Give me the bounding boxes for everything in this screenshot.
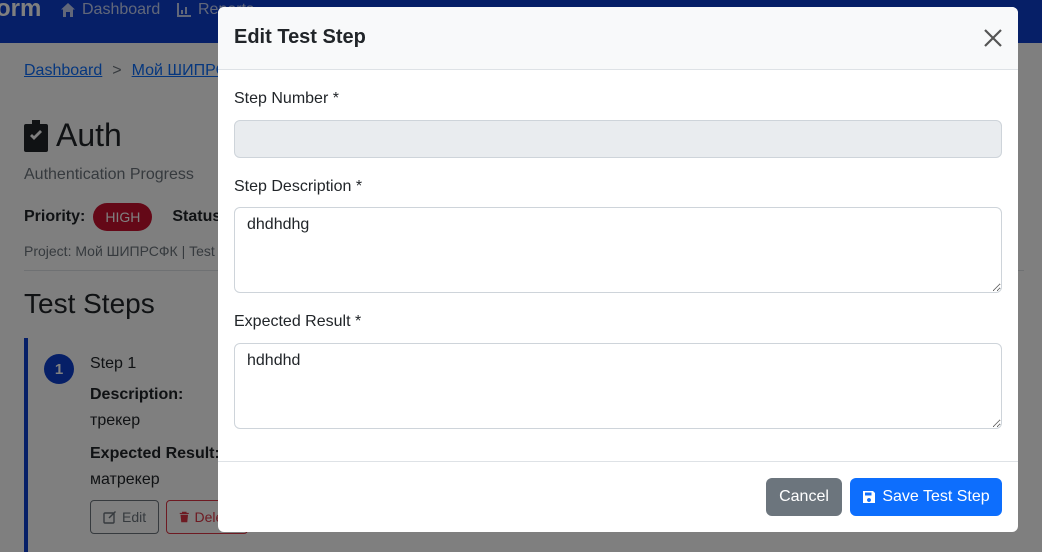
modal-footer: Cancel Save Test Step [218, 461, 1018, 532]
save-test-step-button[interactable]: Save Test Step [850, 478, 1002, 516]
modal-title: Edit Test Step [234, 26, 366, 48]
edit-step-modal: Edit Test Step Step Number * Step Descri… [218, 7, 1018, 532]
save-icon [863, 491, 876, 503]
expected-result-label: Expected Result * [234, 313, 362, 330]
cancel-button[interactable]: Cancel [766, 478, 842, 516]
step-description-textarea[interactable]: dhdhdhg [234, 207, 1002, 293]
save-test-step-label: Save Test Step [882, 488, 990, 505]
expected-result-textarea[interactable]: hdhdhd [234, 343, 1002, 429]
step-description-label: Step Description * [234, 178, 363, 195]
close-icon [984, 29, 1002, 47]
step-number-input[interactable] [234, 120, 1002, 158]
close-button[interactable] [982, 27, 1004, 49]
step-number-label: Step Number * [234, 90, 339, 107]
modal-header: Edit Test Step [218, 7, 1018, 70]
